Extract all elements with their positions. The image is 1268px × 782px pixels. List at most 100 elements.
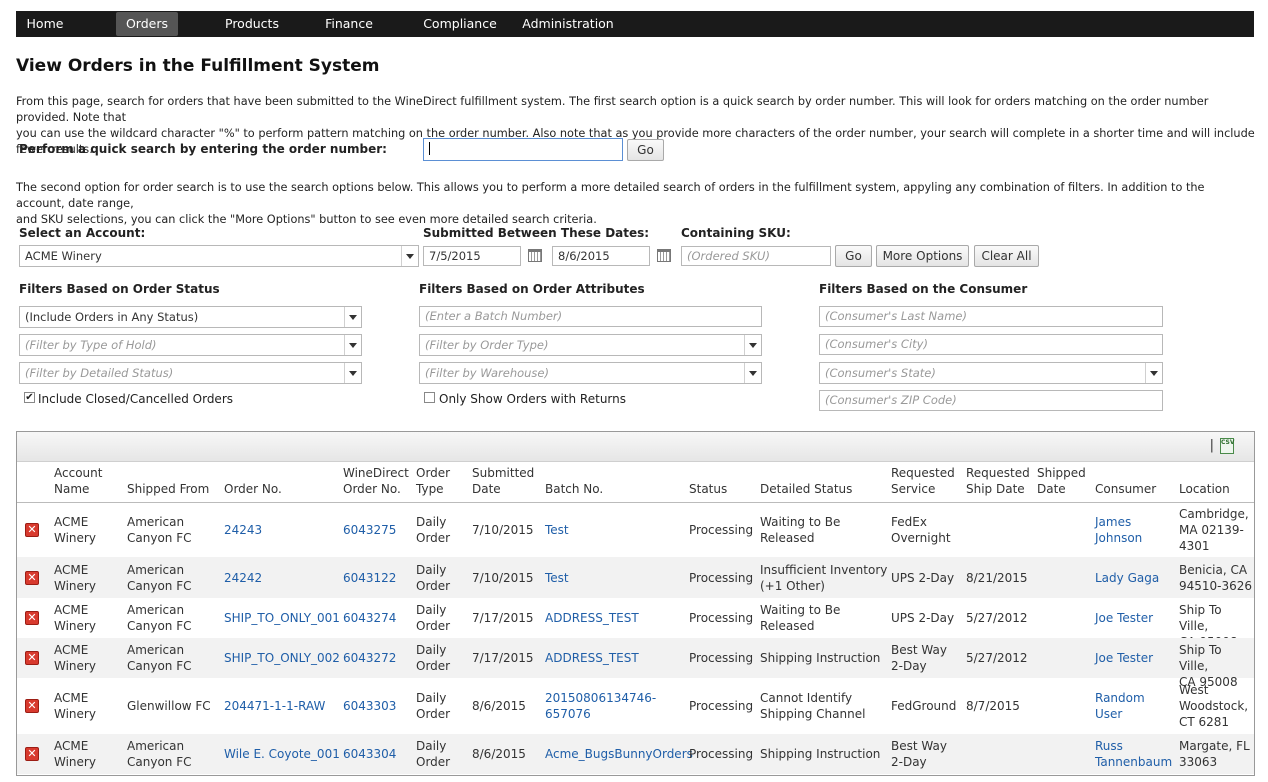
col-header-requested-ship-date[interactable]: Requested Ship Date [966,465,1030,497]
col-header-order-type-l2: Type [416,482,444,496]
cell-consumer-link[interactable]: Joe Tester [1095,650,1153,666]
cell-status: Processing [689,522,753,538]
cell-winedirect-order-no-link[interactable]: 6043274 [343,610,396,626]
delete-order-icon[interactable]: ✕ [25,611,39,625]
sku-input[interactable]: (Ordered SKU) [681,246,831,266]
col-header-shipped-date[interactable]: Shipped Date [1037,465,1086,497]
col-header-batch-no[interactable]: Batch No. [545,465,603,497]
delete-order-icon[interactable]: ✕ [25,651,39,665]
cell-winedirect-order-no-link[interactable]: 6043304 [343,746,396,762]
cell-order-no-link[interactable]: 24242 [224,570,262,586]
cell-batch-no-link-line: 20150806134746- [545,691,657,705]
nav-item-administration[interactable]: Administration [522,11,614,37]
calendar-icon[interactable] [528,249,542,262]
cell-requested-service-line: Best Way [891,739,947,753]
col-header-requested-service[interactable]: Requested Service [891,465,955,497]
cell-location-line: 33063 [1179,755,1218,769]
order-type-select[interactable]: (Filter by Order Type) [419,334,762,356]
col-header-submitted-date-l2: Date [472,482,501,496]
cell-location-line: Woodstock, [1179,699,1249,713]
nav-item-home[interactable]: Home [16,11,74,37]
cell-batch-no-link[interactable]: Acme_BugsBunnyOrders [545,746,693,762]
consumer-last-name-input[interactable]: (Consumer's Last Name) [819,306,1163,327]
delete-order-icon[interactable]: ✕ [25,523,39,537]
cell-consumer-link[interactable]: Joe Tester [1095,610,1153,626]
col-header-detailed-status-l2: Detailed Status [760,482,853,496]
returns-only-checkbox[interactable] [424,392,435,403]
cell-status: Processing [689,570,753,586]
cell-batch-no-link[interactable]: ADDRESS_TEST [545,610,639,626]
cell-consumer-link[interactable]: Random User [1095,690,1145,722]
cell-account-name-line: Winery [54,531,96,545]
cell-consumer-link[interactable]: James Johnson [1095,514,1142,546]
calendar-icon[interactable] [657,249,671,262]
delete-order-icon[interactable]: ✕ [25,571,39,585]
warehouse-select[interactable]: (Filter by Warehouse) [419,362,762,384]
col-header-submitted-date[interactable]: Submitted Date [472,465,534,497]
col-header-account-name[interactable]: Account Name [54,465,102,497]
consumer-state-select[interactable]: (Consumer's State) [819,362,1163,384]
date-to-input[interactable]: 8/6/2015 [552,246,650,266]
cell-order-no-link[interactable]: Wile E. Coyote_001 [224,746,340,762]
cell-consumer-link-line: Russ [1095,739,1123,753]
cell-location-line: West [1179,683,1209,697]
cell-order-no-link[interactable]: SHIP_TO_ONLY_002 [224,650,340,666]
nav-item-products[interactable]: Products [216,11,288,37]
cell-order-no-link[interactable]: SHIP_TO_ONLY_001 [224,610,340,626]
cell-batch-no-link[interactable]: 20150806134746- 657076 [545,690,656,722]
cell-winedirect-order-no-link[interactable]: 6043272 [343,650,396,666]
intro2-line-2: and SKU selections, you can click the "M… [16,213,597,226]
quick-search-order-input[interactable] [423,138,623,161]
col-header-submitted-date-l1: Submitted [472,466,535,480]
cell-winedirect-order-no-link[interactable]: 6043275 [343,522,396,538]
col-header-winedirect-order-no[interactable]: WineDirect Order No. [343,465,409,497]
cell-consumer-link-line: Lady Gaga [1095,571,1160,585]
cell-submitted-date: 7/17/2015 [472,610,534,626]
include-closed-checkbox[interactable]: ✔ [24,392,35,403]
consumer-zip-input[interactable]: (Consumer's ZIP Code) [819,390,1163,411]
detailed-status-placeholder: (Filter by Detailed Status) [25,366,174,380]
nav-item-finance[interactable]: Finance [318,11,380,37]
cell-requested-service: Best Way 2-Day [891,642,947,674]
cell-order-no-link[interactable]: 24243 [224,522,262,538]
cell-winedirect-order-no-link[interactable]: 6043303 [343,698,396,714]
batch-number-input[interactable]: (Enter a Batch Number) [419,306,762,327]
account-select[interactable]: ACME Winery [19,245,419,267]
cell-winedirect-order-no-link[interactable]: 6043122 [343,570,396,586]
order-status-select[interactable]: (Include Orders in Any Status) [19,306,362,328]
cell-batch-no-link[interactable]: ADDRESS_TEST [545,650,639,666]
hold-type-select[interactable]: (Filter by Type of Hold) [19,334,362,356]
col-header-status[interactable]: Status [689,465,727,497]
clear-all-button[interactable]: Clear All [974,245,1039,267]
col-header-consumer[interactable]: Consumer [1095,465,1156,497]
cell-order-type-line: Daily [416,603,447,617]
cell-status: Processing [689,650,753,666]
quick-search-go-button[interactable]: Go [627,139,664,161]
col-header-order-no[interactable]: Order No. [224,465,282,497]
delete-order-icon[interactable]: ✕ [25,747,39,761]
date-from-input[interactable]: 7/5/2015 [423,246,521,266]
cell-consumer-link[interactable]: Lady Gaga [1095,570,1159,586]
consumer-state-placeholder: (Consumer's State) [825,366,936,380]
cell-batch-no-link[interactable]: Test [545,522,569,538]
cell-consumer-link[interactable]: Russ Tannenbaum [1095,738,1172,770]
cell-requested-service-line: UPS 2-Day [891,571,955,585]
search-go-button[interactable]: Go [835,245,872,267]
cell-requested-service-line: FedEx [891,515,927,529]
col-header-detailed-status[interactable]: Detailed Status [760,465,852,497]
detailed-status-select[interactable]: (Filter by Detailed Status) [19,362,362,384]
col-header-location[interactable]: Location [1179,465,1230,497]
cell-batch-no-link[interactable]: Test [545,570,569,586]
export-csv-icon[interactable]: CSV [1220,438,1234,454]
consumer-city-input[interactable]: (Consumer's City) [819,334,1163,355]
hold-type-placeholder: (Filter by Type of Hold) [25,338,157,352]
nav-item-orders[interactable]: Orders [116,12,178,36]
cell-order-no-link[interactable]: 204471-1-1-RAW [224,698,325,714]
nav-item-compliance[interactable]: Compliance [420,11,500,37]
delete-order-icon[interactable]: ✕ [25,699,39,713]
col-header-shipped-from[interactable]: Shipped From [127,465,209,497]
col-header-order-type[interactable]: Order Type [416,465,450,497]
cell-location: Benicia, CA 94510-3626 [1179,562,1252,594]
col-header-account-name-l1: Account [54,466,103,480]
more-options-button[interactable]: More Options [876,245,969,267]
